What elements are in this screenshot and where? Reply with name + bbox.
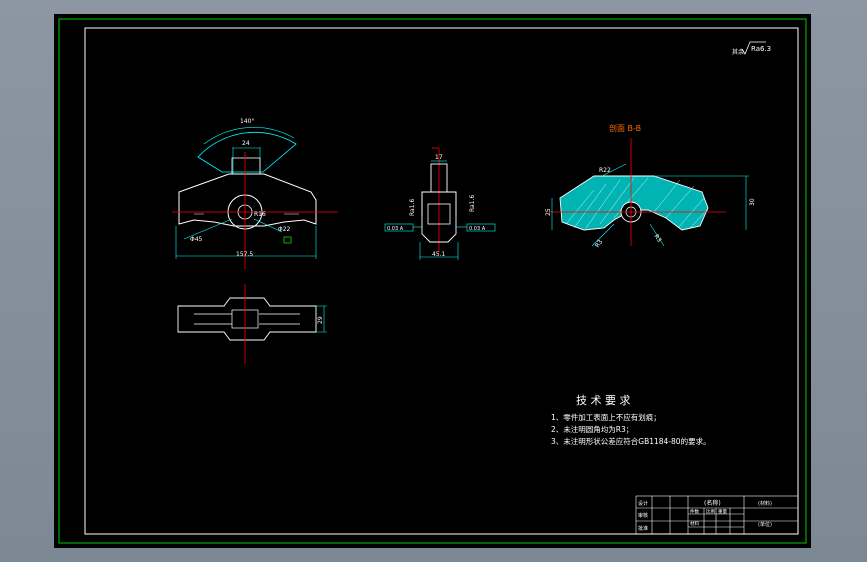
tech-req-item: 3、未注明形状公差应符合GB1184-80的要求。 <box>551 436 711 446</box>
title-name-cell: (名称) <box>704 499 721 507</box>
overall-width-label: 157.5 <box>236 251 253 258</box>
top-view: 29 <box>177 284 327 364</box>
section-dim-right: 30 <box>749 198 756 206</box>
dia-left-label: Φ45 <box>190 236 203 243</box>
roughness-text: Ra6.3 <box>751 45 771 53</box>
drawing-canvas[interactable]: 其余 Ra6.3 140° 24 157.5 Φ45 Φ22 R16 17 Ra… <box>54 14 811 548</box>
title-small-label: 材料 <box>690 520 699 527</box>
cad-viewport[interactable]: 其余 Ra6.3 140° 24 157.5 Φ45 Φ22 R16 17 Ra… <box>0 0 867 562</box>
section-r-bottom-left: R3 <box>594 238 604 249</box>
dia-right-label: Φ22 <box>278 226 291 233</box>
side-ra-left: Ra1.6 <box>409 199 416 216</box>
section-title: 剖面 B-B <box>609 123 641 133</box>
title-small-label: 重量 <box>718 508 727 515</box>
side-ra-right: Ra1.6 <box>469 195 476 212</box>
side-tol-left: 0.03 A <box>387 226 404 232</box>
title-material-cell: (材料) <box>758 500 772 507</box>
side-top-dim: 17 <box>435 154 443 161</box>
title-small-label: 比例 <box>706 508 715 515</box>
title-row-label: 批准 <box>638 525 648 532</box>
tech-req-title: 技 术 要 求 <box>576 394 631 407</box>
title-unit-cell: (单位) <box>758 521 772 528</box>
angle-label: 140° <box>240 118 254 125</box>
section-r-bottom-right: R3 <box>652 233 662 244</box>
inner-frame <box>84 27 799 535</box>
radius-label: R16 <box>254 211 266 218</box>
title-small-label: 件数 <box>690 508 699 515</box>
section-r-label: R22 <box>599 167 611 174</box>
tech-req-item: 1、零件加工表面上不应有划痕； <box>551 412 661 422</box>
title-row-label: 审核 <box>638 512 648 519</box>
title-row-label: 设计 <box>638 500 648 507</box>
drawing-sheet[interactable]: 其余 Ra6.3 140° 24 157.5 Φ45 Φ22 R16 17 Ra… <box>54 14 811 548</box>
section-view: 剖面 B-B R22 25 30 R3 R3 <box>545 123 756 249</box>
roughness-symbol: 其余 Ra6.3 <box>732 41 771 56</box>
side-view: 17 Ra1.6 Ra1.6 0.03 A 0.03 A 45.1 <box>384 147 496 260</box>
width-24-label: 24 <box>242 140 250 147</box>
section-dim-left: 25 <box>545 208 552 216</box>
side-bottom-dim: 45.1 <box>432 251 446 258</box>
top-dim-right: 29 <box>317 316 324 324</box>
side-tol-right: 0.03 A <box>469 226 486 232</box>
technical-requirements: 技 术 要 求 1、零件加工表面上不应有划痕； 2、未注明圆角均为R3； 3、未… <box>551 394 711 446</box>
outer-border <box>58 18 807 544</box>
tech-req-item: 2、未注明圆角均为R3； <box>551 424 633 434</box>
front-view: 140° 24 157.5 Φ45 Φ22 R16 <box>172 118 338 269</box>
